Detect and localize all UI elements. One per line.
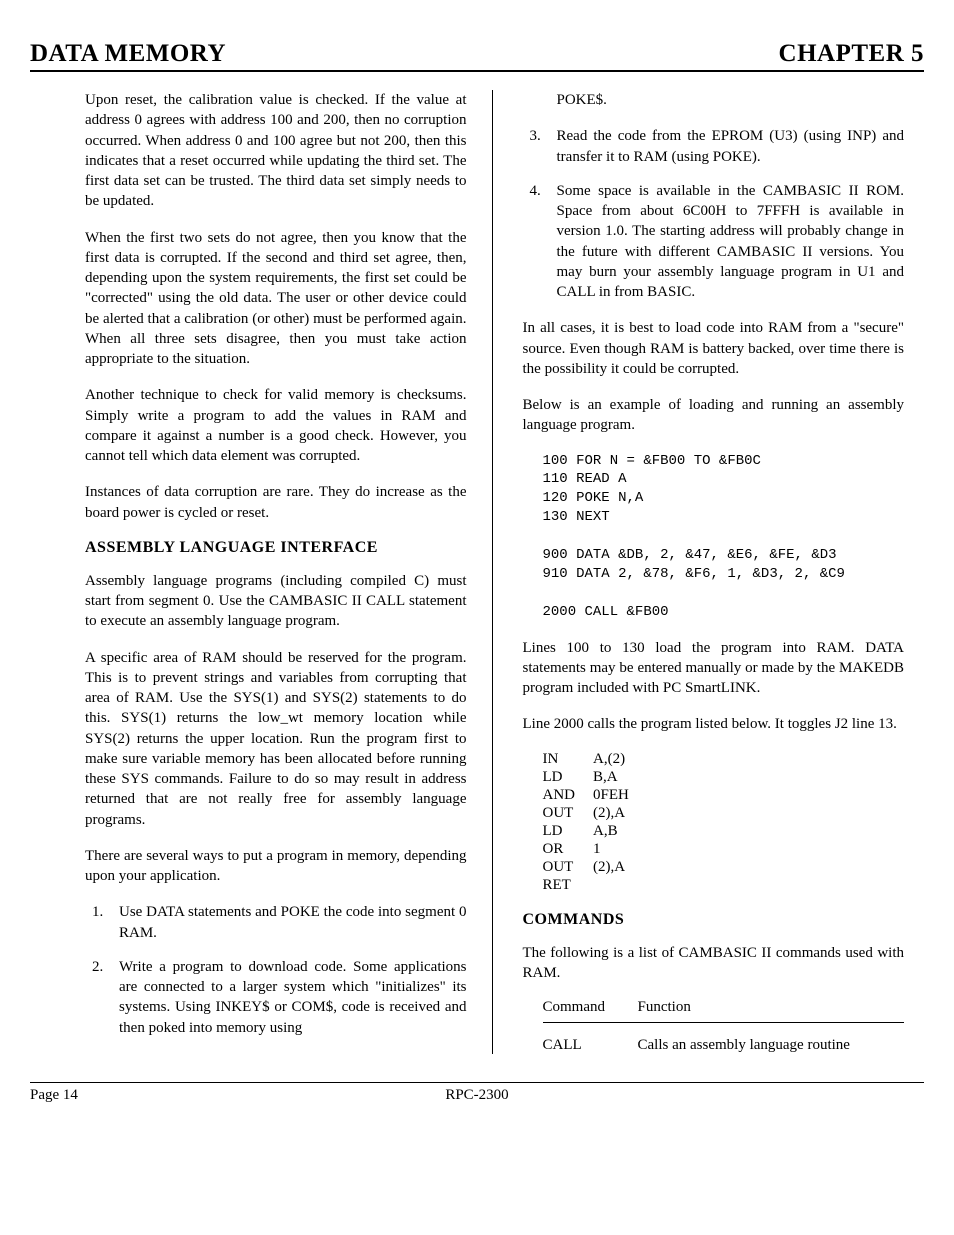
command-table-header: Command Function — [543, 999, 905, 1016]
asm-row: RET — [543, 877, 647, 895]
paragraph: Assembly language programs (including co… — [85, 571, 467, 632]
asm-row: INA,(2) — [543, 751, 647, 769]
paragraph-continuation: POKE$. — [557, 90, 905, 110]
asm-row: AND0FEH — [543, 787, 647, 805]
paragraph: Upon reset, the calibration value is che… — [85, 90, 467, 212]
paragraph: Another technique to check for valid mem… — [85, 385, 467, 466]
asm-row: LDB,A — [543, 769, 647, 787]
footer-model: RPC-2300 — [445, 1087, 508, 1104]
page-header: DATA MEMORY CHAPTER 5 — [30, 40, 924, 72]
content-columns: Upon reset, the calibration value is che… — [30, 90, 924, 1054]
paragraph: In all cases, it is best to load code in… — [523, 318, 905, 379]
list-item: Some space is available in the CAMBASIC … — [545, 181, 905, 303]
assembly-listing: INA,(2)LDB,AAND0FEHOUT(2),ALDA,BOR1OUT(2… — [543, 751, 647, 895]
paragraph: Lines 100 to 130 load the program into R… — [523, 638, 905, 699]
col-header-function: Function — [638, 999, 691, 1016]
left-column: Upon reset, the calibration value is che… — [30, 90, 493, 1054]
paragraph: A specific area of RAM should be reserve… — [85, 648, 467, 830]
asm-row: OUT(2),A — [543, 805, 647, 823]
divider — [543, 1022, 905, 1023]
list-item: Read the code from the EPROM (U3) (using… — [545, 126, 905, 167]
footer-page: Page 14 — [30, 1087, 78, 1104]
list-item: Write a program to download code. Some a… — [107, 957, 467, 1038]
header-right: CHAPTER 5 — [779, 40, 924, 68]
command-desc: Calls an assembly language routine — [638, 1037, 850, 1054]
col-header-command: Command — [543, 999, 638, 1016]
section-heading: COMMANDS — [523, 911, 905, 929]
ordered-list: Use DATA statements and POKE the code in… — [85, 902, 467, 1038]
paragraph: Below is an example of loading and runni… — [523, 395, 905, 436]
asm-row: OR1 — [543, 841, 647, 859]
paragraph: Line 2000 calls the program listed below… — [523, 714, 905, 734]
paragraph: The following is a list of CAMBASIC II c… — [523, 943, 905, 984]
header-left: DATA MEMORY — [30, 40, 226, 68]
code-block: 100 FOR N = &FB00 TO &FB0C 110 READ A 12… — [543, 452, 905, 622]
paragraph: When the first two sets do not agree, th… — [85, 228, 467, 370]
right-column: POKE$. Read the code from the EPROM (U3)… — [493, 90, 925, 1054]
asm-row: OUT(2),A — [543, 859, 647, 877]
command-row: CALL Calls an assembly language routine — [543, 1037, 905, 1054]
paragraph: There are several ways to put a program … — [85, 846, 467, 887]
section-heading: ASSEMBLY LANGUAGE INTERFACE — [85, 539, 467, 557]
ordered-list-continued: Read the code from the EPROM (U3) (using… — [523, 126, 905, 302]
asm-row: LDA,B — [543, 823, 647, 841]
list-item: Use DATA statements and POKE the code in… — [107, 902, 467, 943]
paragraph: Instances of data corruption are rare. T… — [85, 482, 467, 523]
command-name: CALL — [543, 1037, 638, 1054]
page-footer: Page 14 RPC-2300 — [30, 1082, 924, 1104]
